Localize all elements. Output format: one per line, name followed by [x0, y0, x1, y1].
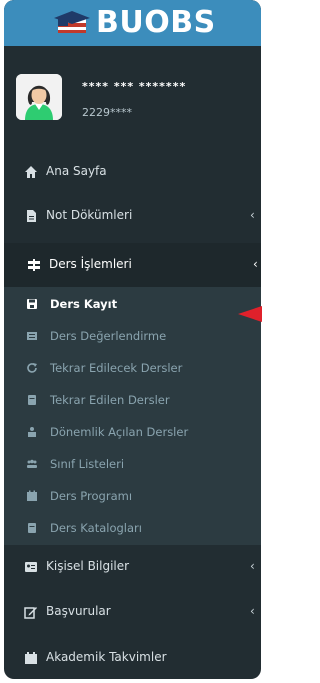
- sidebar: BUOBS **** *** ******* 2229**** Ana Sayf…: [4, 0, 261, 679]
- group-icon: [27, 459, 37, 468]
- menu-item-academic-calendar[interactable]: Akademik Takvimler: [4, 636, 261, 679]
- menu-item-grades[interactable]: Not Dökümleri ‹: [4, 194, 261, 238]
- menu-label-academic-calendar: Akademik Takvimler: [46, 650, 167, 664]
- logo-bar[interactable]: BUOBS: [4, 0, 261, 46]
- submenu-item-course-evaluation[interactable]: Ders Değerlendirme: [4, 321, 261, 353]
- calendar-icon: [25, 652, 37, 664]
- submenu-item-class-lists[interactable]: Sınıf Listeleri: [4, 449, 261, 481]
- menu-label-grades: Not Dökümleri: [46, 208, 133, 222]
- brand-logo-text: BUOBS: [96, 5, 216, 40]
- submenu-item-course-catalogs[interactable]: Ders Katalogları: [4, 513, 261, 545]
- avatar: [16, 74, 62, 120]
- calendar-icon: [27, 490, 37, 501]
- submenu-label: Ders Katalogları: [50, 521, 142, 535]
- submenu-label: Ders Değerlendirme: [50, 329, 167, 343]
- chevron-left-icon: ‹: [250, 604, 255, 618]
- submenu-label: Ders Kayıt: [50, 297, 118, 311]
- submenu-label: Tekrar Edilen Dersler: [50, 393, 170, 407]
- id-card-icon: [25, 562, 37, 572]
- submenu-item-repeated-courses[interactable]: Tekrar Edilen Dersler: [4, 385, 261, 417]
- menu-label-home: Ana Sayfa: [46, 164, 107, 178]
- document-icon: [27, 210, 36, 222]
- courses-submenu: Ders Kayıt Ders Değerlendirme Tekrar Edi…: [4, 287, 261, 545]
- refresh-icon: [27, 363, 37, 373]
- menu-item-courses[interactable]: Ders İşlemleri ‹: [4, 243, 261, 287]
- submenu-label: Dönemlik Açılan Dersler: [50, 425, 189, 439]
- edit-icon: [24, 607, 37, 619]
- menu-label-personal-info: Kişisel Bilgiler: [46, 559, 130, 573]
- submenu-item-course-registration[interactable]: Ders Kayıt: [4, 289, 261, 321]
- menu-item-applications[interactable]: Başvurular ‹: [4, 590, 261, 634]
- chevron-left-icon: ‹: [250, 559, 255, 573]
- user-id: 2229****: [82, 106, 132, 119]
- submenu-item-semester-courses[interactable]: Dönemlik Açılan Dersler: [4, 417, 261, 449]
- submenu-label: Sınıf Listeleri: [50, 457, 125, 471]
- graduation-cap-logo-icon: [54, 11, 90, 33]
- signpost-icon: [28, 259, 40, 271]
- book-icon: [28, 395, 36, 405]
- list-icon: [27, 332, 37, 340]
- chevron-down-icon: ‹: [253, 257, 258, 271]
- save-icon: [27, 299, 37, 309]
- menu-label-applications: Başvurular: [46, 604, 111, 618]
- submenu-item-courses-to-repeat[interactable]: Tekrar Edilecek Dersler: [4, 353, 261, 385]
- pointer-arrow-icon: [238, 306, 262, 322]
- users-icon: [28, 427, 36, 437]
- submenu-item-course-schedule[interactable]: Ders Programı: [4, 481, 261, 513]
- user-avatar-icon: [16, 74, 62, 120]
- user-name: **** *** *******: [82, 80, 187, 93]
- home-icon: [25, 166, 37, 178]
- book-icon: [28, 523, 36, 533]
- menu-item-home[interactable]: Ana Sayfa: [4, 150, 261, 194]
- menu-label-courses: Ders İşlemleri: [49, 257, 132, 271]
- submenu-label: Tekrar Edilecek Dersler: [50, 361, 183, 375]
- menu-item-personal-info[interactable]: Kişisel Bilgiler ‹: [4, 545, 261, 589]
- chevron-left-icon: ‹: [250, 208, 255, 222]
- submenu-label: Ders Programı: [50, 489, 133, 503]
